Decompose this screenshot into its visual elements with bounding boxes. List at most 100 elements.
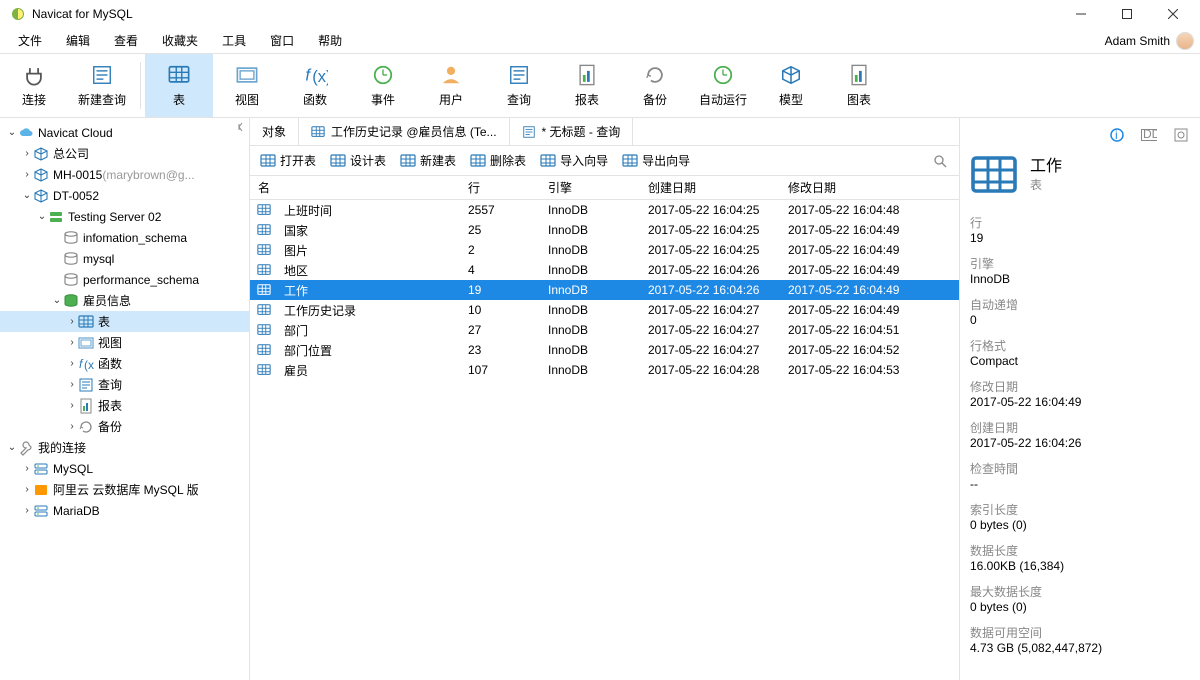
menu-tools[interactable]: 工具 [210, 28, 258, 53]
toolbar-chart-button[interactable]: 图表 [825, 54, 893, 117]
table-row[interactable]: 工作19InnoDB2017-05-22 16:04:262017-05-22 … [250, 280, 959, 300]
tree-org-0[interactable]: ›总公司 [0, 143, 249, 164]
object-subtitle: 表 [1030, 176, 1062, 193]
tree-item-icon [78, 419, 94, 435]
tree-db-3[interactable]: ⌄雇员信息 [0, 290, 249, 311]
tree-my-connections[interactable]: ⌄我的连接 [0, 437, 249, 458]
prop-row: 行19 [970, 214, 1190, 245]
tree-navicat-cloud[interactable]: ⌄Navicat Cloud [0, 122, 249, 143]
toolbar-clock-button[interactable]: 事件 [349, 54, 417, 117]
col-created[interactable]: 创建日期 [640, 179, 780, 196]
tree-local-1[interactable]: ›阿里云 云数据库 MySQL 版 [0, 479, 249, 500]
twisty-icon[interactable]: ⌄ [51, 295, 63, 306]
tree-cat-3[interactable]: ›查询 [0, 374, 249, 395]
avatar-icon [1176, 32, 1194, 50]
toolbar-fx-button[interactable]: 函数 [281, 54, 349, 117]
info-tab-general-icon[interactable]: i [1108, 126, 1126, 144]
table-row[interactable]: 地区4InnoDB2017-05-22 16:04:262017-05-22 1… [250, 260, 959, 280]
svg-text:i: i [1115, 128, 1118, 142]
twisty-icon[interactable]: › [21, 169, 33, 180]
menubar: 文件 编辑 查看 收藏夹 工具 窗口 帮助 Adam Smith [0, 28, 1200, 54]
tree-db-2[interactable]: performance_schema [0, 269, 249, 290]
menu-edit[interactable]: 编辑 [54, 28, 102, 53]
twisty-icon[interactable]: ⌄ [6, 127, 18, 138]
twisty-icon[interactable]: ⌄ [21, 190, 33, 201]
twisty-icon[interactable]: › [66, 358, 78, 369]
tree-item-icon [33, 167, 49, 183]
col-name[interactable]: 名 [250, 179, 460, 196]
table-row[interactable]: 上班时间2557InnoDB2017-05-22 16:04:252017-05… [250, 200, 959, 220]
object-type-icon [970, 152, 1018, 200]
tree-item-icon [33, 146, 49, 162]
twisty-icon[interactable]: › [66, 379, 78, 390]
close-button[interactable] [1150, 0, 1196, 28]
menu-window[interactable]: 窗口 [258, 28, 306, 53]
toolbar-plug-button[interactable]: 连接 [0, 54, 68, 117]
minimize-button[interactable] [1058, 0, 1104, 28]
tree-local-0[interactable]: ›MySQL [0, 458, 249, 479]
prop-value: 0 bytes (0) [970, 518, 1190, 532]
maximize-button[interactable] [1104, 0, 1150, 28]
toolbar-model-button[interactable]: 模型 [757, 54, 825, 117]
col-engine[interactable]: 引擎 [540, 179, 640, 196]
menu-view[interactable]: 查看 [102, 28, 150, 53]
search-icon[interactable] [933, 154, 955, 168]
tab-1[interactable]: 工作历史记录 @雇员信息 (Te... [299, 118, 510, 145]
tree-local-2[interactable]: ›MariaDB [0, 500, 249, 521]
table-row[interactable]: 工作历史记录10InnoDB2017-05-22 16:04:272017-05… [250, 300, 959, 320]
tree-cat-4[interactable]: ›报表 [0, 395, 249, 416]
table-row[interactable]: 部门位置23InnoDB2017-05-22 16:04:272017-05-2… [250, 340, 959, 360]
toolbar-backup-button[interactable]: 备份 [621, 54, 689, 117]
objtb-new-button[interactable]: 新建表 [394, 149, 462, 172]
tree-org-2[interactable]: ⌄DT-0052 [0, 185, 249, 206]
twisty-icon[interactable]: › [66, 337, 78, 348]
toolbar-report-button[interactable]: 报表 [553, 54, 621, 117]
twisty-icon[interactable]: › [21, 463, 33, 474]
twisty-icon[interactable]: › [21, 148, 33, 159]
menu-file[interactable]: 文件 [6, 28, 54, 53]
tree-db-1[interactable]: mysql [0, 248, 249, 269]
tree-cat-2[interactable]: ›函数 [0, 353, 249, 374]
tab-2[interactable]: * 无标题 - 查询 [510, 118, 634, 145]
info-tab-preview-icon[interactable] [1172, 126, 1190, 144]
twisty-icon[interactable]: › [66, 316, 78, 327]
info-tab-ddl-icon[interactable]: DDL [1140, 126, 1158, 144]
table-row[interactable]: 国家25InnoDB2017-05-22 16:04:252017-05-22 … [250, 220, 959, 240]
tree-cat-1[interactable]: ›视图 [0, 332, 249, 353]
toolbar-view-button[interactable]: 视图 [213, 54, 281, 117]
col-rows[interactable]: 行 [460, 179, 540, 196]
toolbar-auto-button[interactable]: 自动运行 [689, 54, 757, 117]
tab-0[interactable]: 对象 [250, 118, 299, 145]
table-row[interactable]: 雇员107InnoDB2017-05-22 16:04:282017-05-22… [250, 360, 959, 380]
objtb-import-button[interactable]: 导入向导 [534, 149, 614, 172]
menu-help[interactable]: 帮助 [306, 28, 354, 53]
twisty-icon[interactable]: ⌄ [36, 211, 48, 222]
tree-cat-0[interactable]: ›表 [0, 311, 249, 332]
toolbar-table-button[interactable]: 表 [145, 54, 213, 117]
twisty-icon[interactable]: ⌄ [6, 442, 18, 453]
collapse-sidebar-icon[interactable] [237, 122, 247, 132]
tree-server[interactable]: ⌄Testing Server 02 [0, 206, 249, 227]
toolbar-newquery-button[interactable]: 新建查询 [68, 54, 136, 117]
col-modified[interactable]: 修改日期 [780, 179, 920, 196]
objtb-export-button[interactable]: 导出向导 [616, 149, 696, 172]
toolbar-query-button[interactable]: 查询 [485, 54, 553, 117]
menu-favorites[interactable]: 收藏夹 [150, 28, 210, 53]
table-row[interactable]: 图片2InnoDB2017-05-22 16:04:252017-05-22 1… [250, 240, 959, 260]
toolbar-user-button[interactable]: 用户 [417, 54, 485, 117]
table-row[interactable]: 部门27InnoDB2017-05-22 16:04:272017-05-22 … [250, 320, 959, 340]
twisty-icon[interactable]: › [21, 484, 33, 495]
twisty-icon[interactable]: › [66, 421, 78, 432]
twisty-icon[interactable]: › [66, 400, 78, 411]
prop-row: 创建日期2017-05-22 16:04:26 [970, 419, 1190, 450]
tree-org-1[interactable]: ›MH-0015 (marybrown@g... [0, 164, 249, 185]
user-account[interactable]: Adam Smith [1105, 32, 1200, 50]
objtb-delete-button[interactable]: 删除表 [464, 149, 532, 172]
newquery-icon [88, 63, 116, 87]
twisty-icon[interactable]: › [21, 505, 33, 516]
tree-db-0[interactable]: infomation_schema [0, 227, 249, 248]
objtb-open-button[interactable]: 打开表 [254, 149, 322, 172]
tree-cat-5[interactable]: ›备份 [0, 416, 249, 437]
objtb-design-button[interactable]: 设计表 [324, 149, 392, 172]
info-panel: i DDL 工作 表 行19引擎InnoDB自动递增0行格式Compact修改日… [960, 118, 1200, 680]
